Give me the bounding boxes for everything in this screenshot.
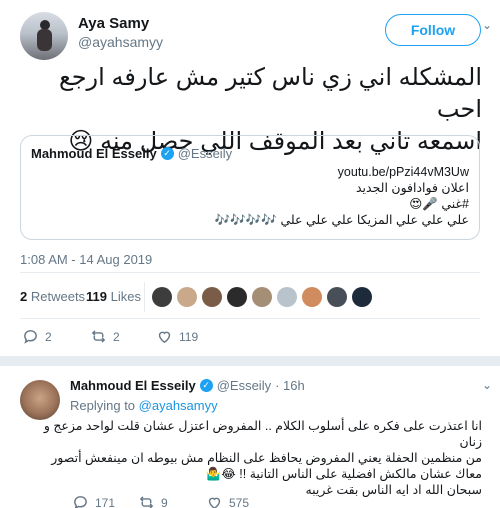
reply-text-line: معاك عشان مالكش افضلية على الناس التانية…	[205, 467, 482, 481]
tweet-text-line: المشكله اني زي ناس كتير مش عارفه ارجع اح…	[58, 64, 482, 123]
liker-avatar[interactable]	[252, 287, 272, 307]
quote-link[interactable]: youtu.be/pPzi44vM3Uw	[49, 164, 469, 180]
reply-text-line: من منظمين الحفلة يعني المفروض يحافظ على …	[51, 451, 482, 465]
stats-separator	[144, 282, 145, 312]
reply-icon	[74, 496, 87, 508]
like-action[interactable]: 119	[156, 328, 198, 345]
liker-avatar[interactable]	[327, 287, 347, 307]
reply-retweet-count: 9	[161, 495, 168, 508]
author-handle[interactable]: @ayahsamyy	[78, 34, 163, 50]
quote-author-name: Mahmoud El Esseily	[31, 146, 157, 161]
divider	[20, 272, 480, 273]
retweet-icon	[91, 330, 106, 343]
retweets-stat[interactable]: 2 Retweets	[20, 289, 85, 304]
liker-avatar[interactable]	[352, 287, 372, 307]
reply-author-avatar[interactable]	[20, 380, 60, 420]
retweets-label: Retweets	[30, 289, 86, 304]
chevron-down-icon[interactable]: ⌄	[482, 378, 492, 392]
reply-author-name[interactable]: Mahmoud El Esseily	[70, 378, 196, 393]
replying-prefix: Replying to	[70, 398, 136, 413]
retweet-icon	[139, 496, 154, 508]
quote-text-line: علي علي علي المزيكا علي علي علي 🎶🎶🎶🎶	[214, 213, 469, 227]
liker-avatar[interactable]	[152, 287, 172, 307]
tweet-timestamp[interactable]: 1:08 AM - 14 Aug 2019	[20, 252, 152, 267]
liker-avatar[interactable]	[202, 287, 222, 307]
divider	[20, 318, 480, 319]
reply-time[interactable]: · 16h	[275, 378, 305, 393]
verified-icon: ✓	[160, 147, 174, 160]
verified-icon: ✓	[199, 379, 213, 392]
follow-button[interactable]: Follow	[385, 14, 481, 46]
reply-like-action[interactable]: 575	[206, 494, 249, 508]
reply-icon	[24, 330, 37, 344]
quote-hashtag[interactable]: #غني 🎤😍	[49, 196, 469, 212]
reply-reply-action[interactable]: 171	[72, 494, 115, 508]
retweet-count: 2	[113, 329, 120, 344]
quote-author-handle: @Esseily	[177, 146, 233, 161]
likes-label: Likes	[110, 289, 141, 304]
liker-avatar[interactable]	[302, 287, 322, 307]
reply-retweet-action[interactable]: 9	[138, 494, 168, 508]
author-avatar[interactable]	[20, 12, 68, 60]
reply-action[interactable]: 2	[22, 328, 52, 345]
like-count: 119	[179, 329, 199, 344]
retweets-count: 2	[20, 289, 28, 304]
heart-icon	[158, 331, 171, 344]
quoted-tweet[interactable]: Mahmoud El Esseily ✓ @Esseily youtu.be/p…	[20, 135, 480, 240]
liker-avatar[interactable]	[227, 287, 247, 307]
liker-avatar[interactable]	[177, 287, 197, 307]
replying-to: Replying to @ayahsamyy	[70, 398, 218, 413]
replying-to-handle[interactable]: @ayahsamyy	[139, 398, 218, 413]
retweet-action[interactable]: 2	[90, 328, 120, 345]
likes-stat[interactable]: 119 Likes	[86, 289, 141, 304]
quote-text-line: اعلان فوادافون الجديد	[355, 181, 469, 195]
reply-text: انا اعتذرت على فكره على أسلوب الكلام .. …	[20, 418, 482, 498]
liker-avatar[interactable]	[277, 287, 297, 307]
reply-count: 2	[45, 329, 52, 344]
reply-text-line: انا اعتذرت على فكره على أسلوب الكلام .. …	[43, 419, 482, 449]
heart-icon	[208, 497, 221, 508]
reply-reply-count: 171	[95, 495, 116, 508]
reply-author-handle[interactable]: @Esseily	[217, 378, 271, 393]
likes-count: 119	[86, 289, 107, 304]
reply-like-count: 575	[229, 495, 250, 508]
author-name[interactable]: Aya Samy	[78, 15, 149, 32]
thread-separator	[0, 356, 500, 366]
chevron-down-icon[interactable]: ⌄	[482, 18, 492, 32]
